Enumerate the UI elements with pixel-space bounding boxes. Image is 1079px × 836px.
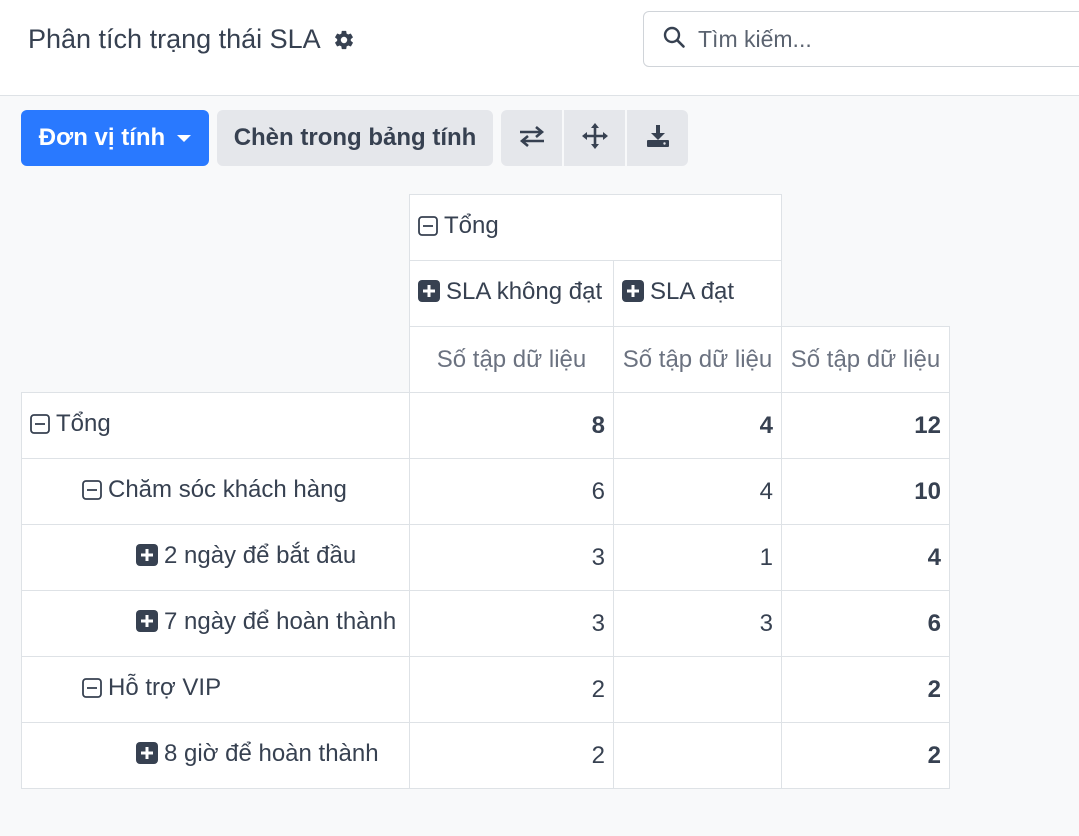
pivot-cell[interactable]: 4 <box>613 458 782 525</box>
gear-icon[interactable] <box>333 29 355 51</box>
measures-label: Đơn vị tính <box>38 124 166 151</box>
row-header[interactable]: Chăm sóc khách hàng <box>21 458 410 525</box>
col-header-total[interactable]: Tổng <box>409 194 782 261</box>
minus-square-icon <box>30 413 50 441</box>
col-header-sla-success-label: SLA đạt <box>650 278 735 305</box>
pivot-table: Tổng SLA không đạt SLA đạt Số tập dữ liệ… <box>21 194 950 789</box>
row-header-label: 7 ngày để hoàn thành <box>164 608 397 635</box>
pivot-cell[interactable]: 2 <box>409 656 614 723</box>
plus-square-icon <box>418 280 440 309</box>
search-input[interactable] <box>698 25 1038 53</box>
pivot-cell[interactable]: 1 <box>613 524 782 591</box>
plus-square-icon <box>622 280 644 309</box>
pivot-header-empty <box>782 261 950 327</box>
download-button[interactable] <box>627 110 688 166</box>
pivot-cell[interactable]: 4 <box>781 524 950 591</box>
page-title-text: Phân tích trạng thái SLA <box>28 24 321 54</box>
row-header[interactable]: 8 giờ để hoàn thành <box>21 722 410 789</box>
row-header-label: Hỗ trợ VIP <box>108 674 222 701</box>
pivot-corner-empty <box>22 327 410 393</box>
insert-in-spreadsheet-button[interactable]: Chèn trong bảng tính <box>217 110 493 166</box>
pivot-cell[interactable]: 6 <box>781 590 950 657</box>
measures-dropdown-button[interactable]: Đơn vị tính <box>21 110 209 166</box>
search-icon <box>662 25 686 54</box>
pivot-cell[interactable]: 3 <box>613 590 782 657</box>
plus-square-icon <box>136 742 158 771</box>
measure-header-sla-failed[interactable]: Số tập dữ liệu <box>409 326 614 393</box>
row-header-label: Chăm sóc khách hàng <box>108 476 347 503</box>
plus-square-icon <box>136 610 158 639</box>
pivot-cell[interactable]: 2 <box>781 656 950 723</box>
pivot-cell[interactable]: 8 <box>409 392 614 459</box>
measure-header-total[interactable]: Số tập dữ liệu <box>781 326 950 393</box>
pivot-toolbar: Đơn vị tính Chèn trong bảng tính <box>21 110 688 166</box>
col-header-total-label: Tổng <box>444 212 499 239</box>
pivot-row: Chăm sóc khách hàng 6 4 10 <box>21 458 950 525</box>
pivot-cell[interactable]: 10 <box>781 458 950 525</box>
row-header-label: 2 ngày để bắt đầu <box>164 542 357 569</box>
search-bar[interactable] <box>643 11 1079 67</box>
expand-all-button[interactable] <box>564 110 625 166</box>
caret-down-icon <box>177 134 192 142</box>
measure-header-sla-success[interactable]: Số tập dữ liệu <box>613 326 782 393</box>
pivot-row: Hỗ trợ VIP 2 2 <box>21 656 950 723</box>
pivot-row: 8 giờ để hoàn thành 2 2 <box>21 722 950 789</box>
pivot-cell[interactable] <box>613 656 782 723</box>
insert-label: Chèn trong bảng tính <box>233 124 477 151</box>
pivot-cell[interactable]: 6 <box>409 458 614 525</box>
pivot-body: Tổng 8 4 12 Chăm sóc khách hàng 6 4 10 2 ngày để… <box>21 392 950 789</box>
pivot-row: Tổng 8 4 12 <box>21 392 950 459</box>
swap-axis-icon <box>518 125 546 152</box>
flip-axis-button[interactable] <box>501 110 562 166</box>
col-header-sla-failed[interactable]: SLA không đạt <box>409 260 614 327</box>
row-header[interactable]: 2 ngày để bắt đầu <box>21 524 410 591</box>
pivot-cell[interactable] <box>613 722 782 789</box>
download-icon <box>646 124 670 153</box>
row-header[interactable]: Tổng <box>21 392 410 459</box>
minus-square-icon <box>82 677 102 705</box>
plus-square-icon <box>136 544 158 573</box>
pivot-corner-empty <box>22 195 410 261</box>
expand-all-icon <box>581 122 608 154</box>
pivot-cell[interactable]: 2 <box>409 722 614 789</box>
minus-square-icon <box>418 215 438 243</box>
col-header-sla-success[interactable]: SLA đạt <box>613 260 782 327</box>
pivot-row: 2 ngày để bắt đầu 3 1 4 <box>21 524 950 591</box>
control-panel: Phân tích trạng thái SLA <box>0 0 1079 96</box>
row-header-label: 8 giờ để hoàn thành <box>164 740 379 767</box>
page-title: Phân tích trạng thái SLA <box>28 24 355 55</box>
row-header[interactable]: 7 ngày để hoàn thành <box>21 590 410 657</box>
row-header[interactable]: Hỗ trợ VIP <box>21 656 410 723</box>
col-header-sla-failed-label: SLA không đạt <box>446 278 603 305</box>
pivot-row: 7 ngày để hoàn thành 3 3 6 <box>21 590 950 657</box>
pivot-header-empty <box>782 195 950 261</box>
pivot-cell[interactable]: 3 <box>409 590 614 657</box>
row-header-label: Tổng <box>56 410 111 437</box>
pivot-cell[interactable]: 12 <box>781 392 950 459</box>
pivot-actions-group <box>501 110 688 166</box>
pivot-cell[interactable]: 2 <box>781 722 950 789</box>
pivot-corner-empty <box>22 261 410 327</box>
minus-square-icon <box>82 479 102 507</box>
pivot-cell[interactable]: 4 <box>613 392 782 459</box>
pivot-cell[interactable]: 3 <box>409 524 614 591</box>
